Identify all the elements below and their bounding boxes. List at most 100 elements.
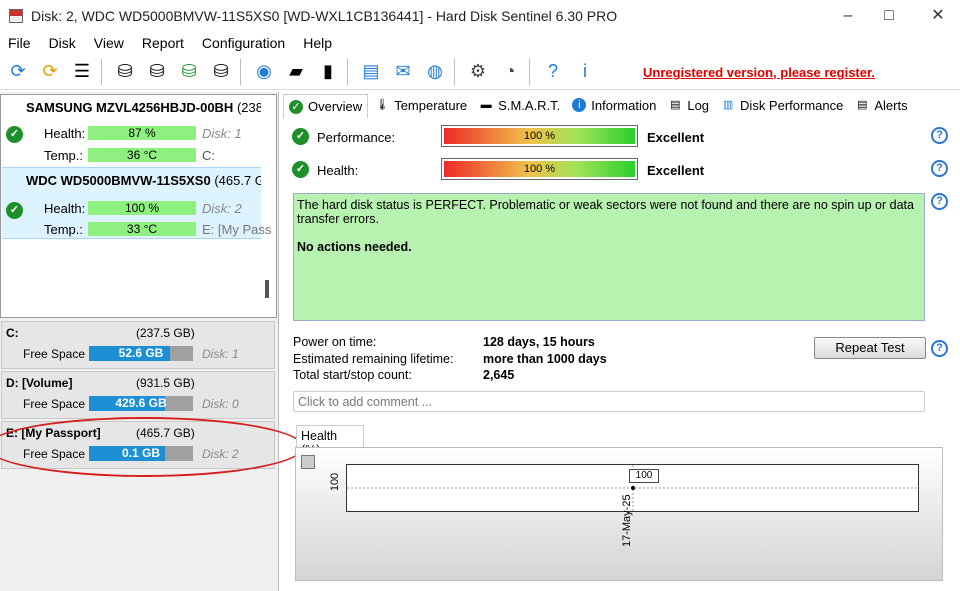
- performance-gauge: 100 %: [441, 125, 638, 147]
- close-button[interactable]: ✕: [928, 6, 948, 26]
- status-action: No actions needed.: [297, 240, 412, 254]
- disk-ref: Disk: 0: [202, 397, 239, 411]
- menu-configuration[interactable]: Configuration: [202, 35, 285, 51]
- sound-icon[interactable]: ◔: [496, 58, 524, 86]
- menu-help[interactable]: Help: [303, 35, 332, 51]
- tab-disk-performance[interactable]: ▥ Disk Performance: [716, 94, 848, 116]
- free-space-label: Free Space: [23, 347, 86, 361]
- red-annotation-circle: [0, 417, 304, 477]
- tab-bar: ✓ Overview 🌡 Temperature ▬ S.M.A.R.T. i Info…: [283, 94, 915, 118]
- power-on-label: Power on time:: [293, 335, 377, 349]
- repeat-test-button[interactable]: Repeat Test: [814, 337, 926, 359]
- temp-label: Temp.:: [44, 148, 84, 163]
- lifetime-label: Estimated remaining lifetime:: [293, 352, 454, 366]
- title-bar: Disk: 2, WDC WD5000BMVW-11S5XS0 [WD-WXL1…: [0, 0, 960, 32]
- help-icon[interactable]: ?: [931, 193, 948, 210]
- toolbar-separator: [454, 58, 455, 85]
- tab-alerts[interactable]: ▤ Alerts: [850, 94, 912, 116]
- health-gauge: 100 %: [441, 158, 638, 180]
- disk-test-icon[interactable]: ⛁: [111, 58, 139, 86]
- drive-icon[interactable]: ▰: [282, 58, 310, 86]
- toolbar-separator: [347, 58, 348, 85]
- report-icon[interactable]: ▤: [357, 58, 385, 86]
- window-title: Disk: 2, WDC WD5000BMVW-11S5XS0 [WD-WXL1…: [31, 8, 618, 24]
- temp-bar: 33 °C: [88, 222, 196, 236]
- disk-name: WDC WD5000BMVW-11S5XS0 (465.7 GB: [26, 173, 261, 188]
- health-label: Health:: [317, 163, 359, 178]
- volume-name: C:: [6, 326, 19, 340]
- refresh-icon[interactable]: ⟳: [4, 58, 32, 86]
- gear-icon[interactable]: ⚙: [464, 58, 492, 86]
- disk-check-icon[interactable]: ⛁: [175, 58, 203, 86]
- volume-item[interactable]: C: (237.5 GB) Free Space 52.6 GB Disk: 1: [1, 321, 275, 369]
- scrollbar[interactable]: [265, 280, 269, 298]
- volume-name: D: [Volume]: [6, 376, 73, 390]
- data-point: [631, 486, 635, 490]
- register-link[interactable]: Unregistered version, please register.: [643, 65, 875, 80]
- temp-bar: 36 °C: [88, 148, 196, 162]
- x-tick-label: 17-May-25: [621, 494, 633, 547]
- chart-icon: ▥: [722, 99, 734, 111]
- alerts-icon: ▤: [857, 99, 868, 111]
- health-rating: Excellent: [647, 163, 705, 178]
- refresh-all-icon[interactable]: ⟳: [36, 58, 64, 86]
- tab-overview[interactable]: ✓ Overview: [283, 94, 369, 118]
- status-text: The hard disk status is PERFECT. Problem…: [297, 198, 914, 226]
- disk-name: SAMSUNG MZVL4256HBJD-00BH (238.5: [26, 100, 261, 115]
- chart-tab-health[interactable]: Health (%): [296, 425, 364, 457]
- thermometer-icon: 🌡: [375, 99, 390, 111]
- check-icon: ✓: [6, 202, 23, 219]
- save-icon[interactable]: [301, 455, 315, 469]
- app-icon: [9, 9, 23, 23]
- tab-information[interactable]: i Information: [567, 94, 661, 116]
- maximize-button[interactable]: □: [879, 6, 899, 26]
- help-icon[interactable]: ?: [931, 160, 948, 177]
- help-icon[interactable]: ?: [539, 58, 567, 86]
- disk-item-selected[interactable]: WDC WD5000BMVW-11S5XS0 (465.7 GB ✓ Healt…: [2, 167, 271, 239]
- health-chart: 100 100 17-May-25: [295, 447, 943, 581]
- disk-schedule-icon[interactable]: ⛁: [143, 58, 171, 86]
- minimize-button[interactable]: –: [838, 6, 858, 26]
- tab-log[interactable]: ▤ Log: [663, 94, 714, 116]
- lifetime-value: more than 1000 days: [483, 352, 607, 366]
- health-bar: 100 %: [88, 201, 196, 215]
- help-icon[interactable]: ?: [931, 340, 948, 357]
- tab-temperature[interactable]: 🌡 Temperature: [370, 94, 472, 116]
- health-label: Health:: [44, 126, 86, 141]
- health-label: Health:: [44, 201, 86, 216]
- left-panel: SAMSUNG MZVL4256HBJD-00BH (238.5 ✓ Healt…: [0, 92, 279, 591]
- disk-ref: Disk: 2: [202, 201, 242, 216]
- toolbar-separator: [240, 58, 241, 85]
- disk-list-icon[interactable]: ☰: [68, 58, 96, 86]
- comment-field[interactable]: Click to add comment ...: [293, 391, 925, 412]
- check-icon: ✓: [292, 161, 309, 178]
- info-icon[interactable]: i: [571, 58, 599, 86]
- check-icon: ✓: [292, 128, 309, 145]
- free-space-bar: 429.6 GB: [89, 396, 193, 411]
- check-icon: ✓: [289, 99, 303, 114]
- volume-item[interactable]: D: [Volume] (931.5 GB) Free Space 429.6 …: [1, 371, 275, 419]
- menu-disk[interactable]: Disk: [49, 35, 76, 51]
- disk-ref: Disk: 1: [202, 347, 239, 361]
- disk-list: SAMSUNG MZVL4256HBJD-00BH (238.5 ✓ Healt…: [0, 94, 277, 318]
- disk-ref: Disk: 1: [202, 126, 242, 141]
- network-icon[interactable]: ◍: [421, 58, 449, 86]
- disk-info-icon[interactable]: ◉: [250, 58, 278, 86]
- disk-search-icon[interactable]: ⛁: [207, 58, 235, 86]
- email-icon[interactable]: ✉: [389, 58, 417, 86]
- y-tick-label: 100: [329, 472, 342, 492]
- log-icon: ▤: [670, 99, 681, 111]
- performance-label: Performance:: [317, 130, 396, 145]
- usb-drive-icon[interactable]: ▮: [314, 58, 342, 86]
- menu-file[interactable]: File: [8, 35, 31, 51]
- tab-smart[interactable]: ▬ S.M.A.R.T.: [474, 94, 565, 116]
- menu-bar: File Disk View Report Configuration Help: [0, 32, 960, 54]
- menu-report[interactable]: Report: [142, 35, 184, 51]
- startstop-value: 2,645: [483, 368, 515, 382]
- volume-size: (931.5 GB): [136, 376, 195, 390]
- disk-item[interactable]: SAMSUNG MZVL4256HBJD-00BH (238.5 ✓ Healt…: [2, 95, 261, 165]
- toolbar-separator: [529, 58, 530, 85]
- check-icon: ✓: [6, 126, 23, 143]
- menu-view[interactable]: View: [94, 35, 124, 51]
- help-icon[interactable]: ?: [931, 127, 948, 144]
